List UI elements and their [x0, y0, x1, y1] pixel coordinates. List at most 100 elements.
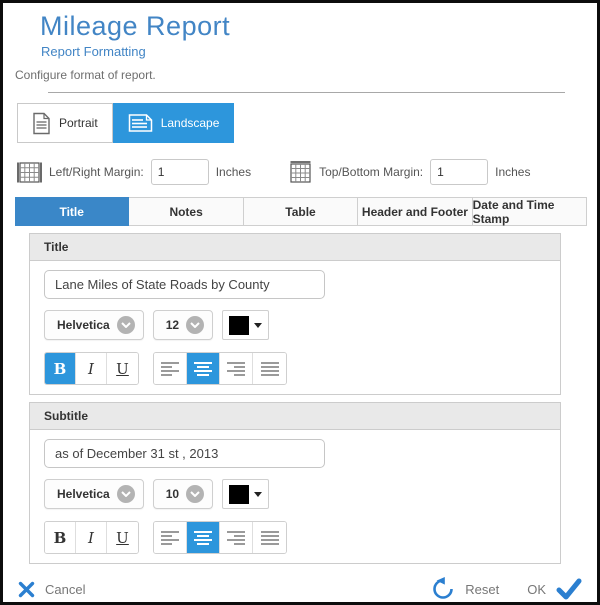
- subtitle-panel-heading: Subtitle: [30, 403, 560, 430]
- reset-icon[interactable]: [431, 577, 455, 601]
- title-style-row: B I U: [44, 352, 546, 385]
- landscape-label: Landscape: [161, 116, 220, 130]
- cancel-group[interactable]: Cancel: [18, 581, 85, 598]
- subtitle-style-row: B I U: [44, 521, 546, 554]
- left-right-margin-icon: [17, 162, 42, 183]
- landscape-button[interactable]: Landscape: [113, 103, 235, 143]
- top-bottom-margin-units: Inches: [495, 165, 530, 179]
- title-align-right-button[interactable]: [220, 353, 253, 384]
- subtitle-align-left-button[interactable]: [154, 522, 187, 553]
- title-italic-button[interactable]: I: [76, 353, 107, 384]
- landscape-page-icon: [128, 113, 153, 133]
- subtitle-underline-button[interactable]: U: [107, 522, 138, 553]
- orientation-toggle: Portrait Landscape: [17, 103, 597, 143]
- chevron-down-icon: [186, 485, 204, 503]
- subtitle-italic-button[interactable]: I: [76, 522, 107, 553]
- dialog-header: Mileage Report Report Formatting Configu…: [3, 3, 597, 82]
- cancel-x-icon[interactable]: [18, 581, 35, 598]
- portrait-page-icon: [32, 112, 51, 135]
- top-bottom-margin-icon: [289, 161, 312, 184]
- subtitle-font-family-value: Helvetica: [57, 487, 110, 501]
- portrait-label: Portrait: [59, 116, 98, 130]
- dropdown-arrow-icon: [254, 323, 262, 328]
- bold-icon: B: [54, 360, 67, 378]
- page-description: Configure format of report.: [15, 68, 597, 82]
- title-panel-heading: Title: [30, 234, 560, 261]
- italic-icon: I: [88, 529, 94, 547]
- ok-label[interactable]: OK: [527, 582, 546, 597]
- margins-row: Left/Right Margin: Inches Top/Bottom Mar…: [17, 159, 597, 185]
- subtitle-text-input[interactable]: [44, 439, 325, 468]
- align-right-icon: [226, 361, 246, 376]
- title-font-size-dropdown[interactable]: 12: [153, 310, 213, 340]
- italic-icon: I: [88, 360, 94, 378]
- tab-table[interactable]: Table: [244, 198, 358, 225]
- title-font-size-value: 12: [166, 318, 179, 332]
- chevron-down-icon: [117, 485, 135, 503]
- reset-ok-group: Reset OK: [431, 577, 582, 601]
- subtitle-align-justify-button[interactable]: [253, 522, 286, 553]
- page-title: Mileage Report: [40, 11, 597, 42]
- tab-header-and-footer[interactable]: Header and Footer: [358, 198, 472, 225]
- subtitle-font-color-dropdown[interactable]: [222, 479, 269, 509]
- tab-notes[interactable]: Notes: [129, 198, 243, 225]
- align-justify-icon: [260, 361, 280, 376]
- align-center-icon: [193, 361, 213, 376]
- cancel-label[interactable]: Cancel: [45, 582, 85, 597]
- color-swatch: [229, 316, 249, 335]
- title-panel-body: Helvetica 12 B I U: [30, 261, 560, 394]
- align-left-icon: [160, 361, 180, 376]
- reset-label[interactable]: Reset: [465, 582, 499, 597]
- subtitle-font-family-dropdown[interactable]: Helvetica: [44, 479, 144, 509]
- title-panel: Title Helvetica 12 B: [29, 233, 561, 395]
- tab-title[interactable]: Title: [15, 197, 129, 226]
- portrait-button[interactable]: Portrait: [17, 103, 113, 143]
- bold-icon: B: [54, 529, 67, 547]
- subtitle-align-center-button[interactable]: [187, 522, 220, 553]
- color-swatch: [229, 485, 249, 504]
- left-right-margin-input[interactable]: [151, 159, 209, 185]
- top-bottom-margin-input[interactable]: [430, 159, 488, 185]
- align-justify-icon: [260, 530, 280, 545]
- underline-icon: U: [116, 360, 129, 378]
- title-font-family-dropdown[interactable]: Helvetica: [44, 310, 144, 340]
- subtitle-font-row: Helvetica 10: [44, 479, 546, 509]
- subtitle-font-size-value: 10: [166, 487, 179, 501]
- subtitle-bold-button[interactable]: B: [45, 522, 76, 553]
- subtitle-panel: Subtitle Helvetica 10 B: [29, 402, 561, 564]
- title-align-justify-button[interactable]: [253, 353, 286, 384]
- subtitle-align-right-button[interactable]: [220, 522, 253, 553]
- left-right-margin-units: Inches: [216, 165, 251, 179]
- align-center-icon: [193, 530, 213, 545]
- title-font-family-value: Helvetica: [57, 318, 110, 332]
- top-bottom-margin-group: Top/Bottom Margin: Inches: [289, 159, 530, 185]
- subtitle-font-size-dropdown[interactable]: 10: [153, 479, 213, 509]
- title-align-center-button[interactable]: [187, 353, 220, 384]
- title-align-left-button[interactable]: [154, 353, 187, 384]
- title-bold-button[interactable]: B: [45, 353, 76, 384]
- tab-date-and-time-stamp[interactable]: Date and Time Stamp: [473, 198, 586, 225]
- dropdown-arrow-icon: [254, 492, 262, 497]
- top-bottom-margin-label: Top/Bottom Margin:: [319, 165, 423, 179]
- ok-check-icon[interactable]: [556, 578, 582, 600]
- subtitle-biu-group: B I U: [44, 521, 139, 554]
- header-divider: [48, 92, 565, 93]
- title-font-color-dropdown[interactable]: [222, 310, 269, 340]
- title-font-row: Helvetica 12: [44, 310, 546, 340]
- title-align-group: [153, 352, 287, 385]
- left-right-margin-group: Left/Right Margin: Inches: [17, 159, 251, 185]
- chevron-down-icon: [117, 316, 135, 334]
- align-right-icon: [226, 530, 246, 545]
- title-underline-button[interactable]: U: [107, 353, 138, 384]
- subtitle-align-group: [153, 521, 287, 554]
- align-left-icon: [160, 530, 180, 545]
- underline-icon: U: [116, 529, 129, 547]
- dialog-footer: Cancel Reset OK: [3, 577, 597, 601]
- chevron-down-icon: [186, 316, 204, 334]
- page-subtitle: Report Formatting: [41, 44, 597, 59]
- title-biu-group: B I U: [44, 352, 139, 385]
- left-right-margin-label: Left/Right Margin:: [49, 165, 144, 179]
- subtitle-panel-body: Helvetica 10 B I U: [30, 430, 560, 563]
- title-text-input[interactable]: [44, 270, 325, 299]
- format-tab-bar: Title Notes Table Header and Footer Date…: [15, 197, 587, 226]
